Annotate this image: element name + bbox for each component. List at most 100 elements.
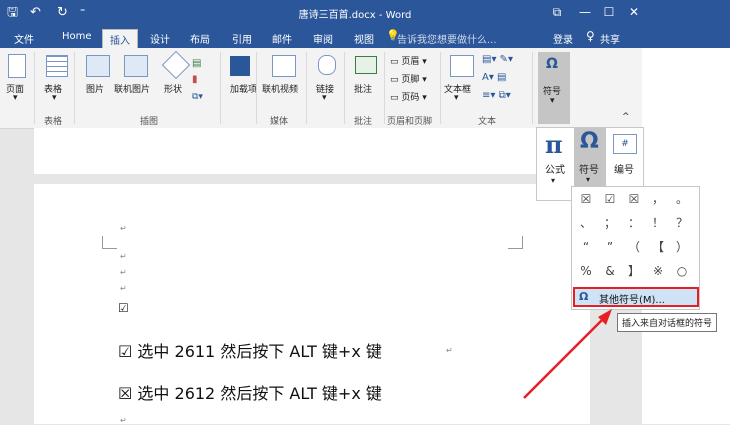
symbol-cell[interactable]: ” bbox=[599, 237, 621, 257]
drop-cap-icon[interactable]: ≡▾ ⧉▾ bbox=[482, 90, 511, 101]
group-media-label: 媒体 bbox=[270, 117, 289, 127]
symbol-label: 符号 bbox=[579, 165, 599, 176]
chart-icon[interactable]: ▮ bbox=[192, 74, 198, 85]
ribbon: 页面 ▾ 表格 ▾ 表格 图片 联机图片 形状 ▤ ▮ ⧉▾ 插图 加载项 联机… bbox=[0, 48, 642, 129]
person-icon: ♀ bbox=[586, 29, 595, 43]
more-symbols-button[interactable]: Ω 其他符号(M)... bbox=[573, 287, 699, 307]
group-comments-label: 批注 bbox=[354, 117, 373, 127]
symbol-cell[interactable]: & bbox=[599, 261, 621, 281]
paragraph-mark: ↵ bbox=[120, 284, 127, 293]
symbol-cell[interactable]: 、 bbox=[575, 213, 597, 233]
symbol-cell[interactable]: ○ bbox=[671, 261, 693, 281]
omega-icon: Ω bbox=[579, 290, 589, 303]
shapes-button[interactable]: 形状 bbox=[164, 82, 182, 95]
chevron-down-icon: ▾ bbox=[322, 93, 327, 103]
symbol-cell[interactable]: ※ bbox=[647, 261, 669, 281]
smartart-icon[interactable]: ▤ bbox=[192, 58, 201, 69]
chevron-down-icon: ▾ bbox=[13, 93, 18, 103]
share-button[interactable]: 共享 bbox=[600, 31, 620, 46]
comment-button[interactable]: 批注 bbox=[354, 82, 372, 95]
more-symbols-label: 其他符号(M)... bbox=[599, 295, 665, 306]
online-video-button[interactable]: 联机视频 bbox=[262, 82, 298, 95]
addins-button[interactable]: 加载项 bbox=[230, 82, 257, 95]
paragraph-mark: ↵ bbox=[120, 268, 127, 277]
symbol-cell[interactable]: 【 bbox=[647, 237, 669, 257]
document-page[interactable]: ↵ ↵ ↵ ↵ ☑ ☑ 选中 2611 然后按下 ALT 键+x 键 ↵ ☒ 选… bbox=[34, 184, 590, 425]
symbol-cell[interactable]: （ bbox=[623, 237, 645, 257]
store-icon bbox=[230, 56, 250, 76]
omega-icon: Ω bbox=[546, 56, 558, 72]
close-button[interactable]: ✕ bbox=[622, 3, 646, 21]
collapse-ribbon-icon[interactable]: ^ bbox=[622, 112, 630, 122]
omega-icon: Ω bbox=[580, 129, 599, 154]
minimize-button[interactable]: — bbox=[573, 3, 597, 21]
title-bar: 🖫 ↶ ↻ ⁼ 唐诗三百首.docx - Word ⧉ — ☐ ✕ bbox=[0, 0, 730, 27]
symbol-cell[interactable]: ☒ bbox=[575, 189, 597, 209]
symbol-cell[interactable]: ， bbox=[647, 189, 669, 209]
symbol-cell[interactable]: ？ bbox=[671, 213, 693, 233]
chevron-down-icon: ▾ bbox=[550, 96, 555, 106]
header-button[interactable]: ▭ 页眉 ▾ bbox=[390, 54, 427, 67]
redo-icon[interactable]: ↻ bbox=[57, 4, 68, 22]
tab-file[interactable]: 文件 bbox=[14, 31, 34, 46]
chevron-down-icon: ▾ bbox=[586, 175, 591, 184]
tab-mailings[interactable]: 邮件 bbox=[272, 31, 292, 46]
chevron-down-icon: ▾ bbox=[454, 93, 459, 103]
tab-view[interactable]: 视图 bbox=[354, 31, 374, 46]
symbol-cell[interactable]: 】 bbox=[623, 261, 645, 281]
maximize-button[interactable]: ☐ bbox=[597, 3, 621, 21]
symbol-cell[interactable]: “ bbox=[575, 237, 597, 257]
save-icon[interactable]: 🖫 bbox=[7, 4, 18, 22]
margin-corner-left bbox=[102, 236, 117, 249]
symbol-button[interactable]: Ω 符号 ▾ bbox=[574, 128, 606, 186]
link-icon bbox=[318, 55, 336, 75]
undo-icon[interactable]: ↶ bbox=[30, 4, 41, 22]
arrow-head bbox=[598, 309, 612, 325]
margin-corner-right bbox=[508, 236, 523, 249]
pages-icon bbox=[8, 54, 26, 78]
online-picture-icon bbox=[124, 55, 148, 77]
wordart-icon[interactable]: A▾ ▤ bbox=[482, 72, 507, 83]
footer-button[interactable]: ▭ 页脚 ▾ bbox=[390, 72, 427, 85]
tab-references[interactable]: 引用 bbox=[232, 31, 252, 46]
qat-customize-icon[interactable]: ⁼ bbox=[80, 4, 85, 22]
tab-home[interactable]: Home bbox=[62, 31, 92, 42]
tab-design[interactable]: 设计 bbox=[150, 31, 170, 46]
online-pictures-button[interactable]: 联机图片 bbox=[114, 82, 150, 95]
screenshot-icon[interactable]: ⧉▾ bbox=[192, 92, 203, 102]
symbol-cell[interactable]: ； bbox=[599, 213, 621, 233]
equation-button[interactable]: 公式 bbox=[545, 161, 565, 176]
shapes-icon bbox=[161, 50, 191, 80]
table-icon bbox=[46, 55, 68, 77]
symbol-cell[interactable]: ） bbox=[671, 237, 693, 257]
group-tables-label: 表格 bbox=[44, 117, 63, 127]
paragraph-mark: ↵ bbox=[120, 224, 127, 233]
document-line-1: ☑ 选中 2611 然后按下 ALT 键+x 键 bbox=[118, 342, 382, 361]
symbol-cell[interactable]: ！ bbox=[647, 213, 669, 233]
quick-parts-icon[interactable]: ▤▾ ✎▾ bbox=[482, 54, 513, 65]
document-line-2: ☒ 选中 2612 然后按下 ALT 键+x 键 bbox=[118, 384, 382, 403]
number-icon: # bbox=[613, 134, 637, 154]
tab-review[interactable]: 审阅 bbox=[313, 31, 333, 46]
symbols-button[interactable]: Ω 符号 ▾ bbox=[538, 52, 570, 124]
chevron-down-icon: ▾ bbox=[551, 176, 556, 185]
number-button[interactable]: 编号 bbox=[614, 161, 634, 176]
checkbox-symbol-small: ☑ bbox=[118, 301, 129, 315]
page-number-button[interactable]: ▭ 页码 ▾ bbox=[390, 90, 427, 103]
pi-icon: π bbox=[545, 130, 563, 159]
sign-in-link[interactable]: 登录 bbox=[553, 31, 573, 46]
tell-me-search[interactable]: 告诉我您想要做什么... bbox=[397, 31, 497, 46]
symbol-cell[interactable]: 。 bbox=[671, 189, 693, 209]
pictures-button[interactable]: 图片 bbox=[86, 82, 104, 95]
symbol-cell[interactable]: ： bbox=[623, 213, 645, 233]
symbol-cell[interactable]: % bbox=[575, 261, 597, 281]
video-icon bbox=[272, 55, 296, 77]
ribbon-display-options-icon[interactable]: ⧉ bbox=[545, 3, 569, 21]
symbol-cell[interactable]: ☑ bbox=[599, 189, 621, 209]
group-text-label: 文本 bbox=[478, 117, 497, 127]
chevron-down-icon: ▾ bbox=[52, 93, 57, 103]
tab-layout[interactable]: 布局 bbox=[190, 31, 210, 46]
textbox-icon bbox=[450, 55, 474, 77]
ribbon-tabs: 文件 Home 插入 设计 布局 引用 邮件 审阅 视图 💡 告诉我您想要做什么… bbox=[0, 27, 730, 51]
symbol-cell[interactable]: ☒ bbox=[623, 189, 645, 209]
